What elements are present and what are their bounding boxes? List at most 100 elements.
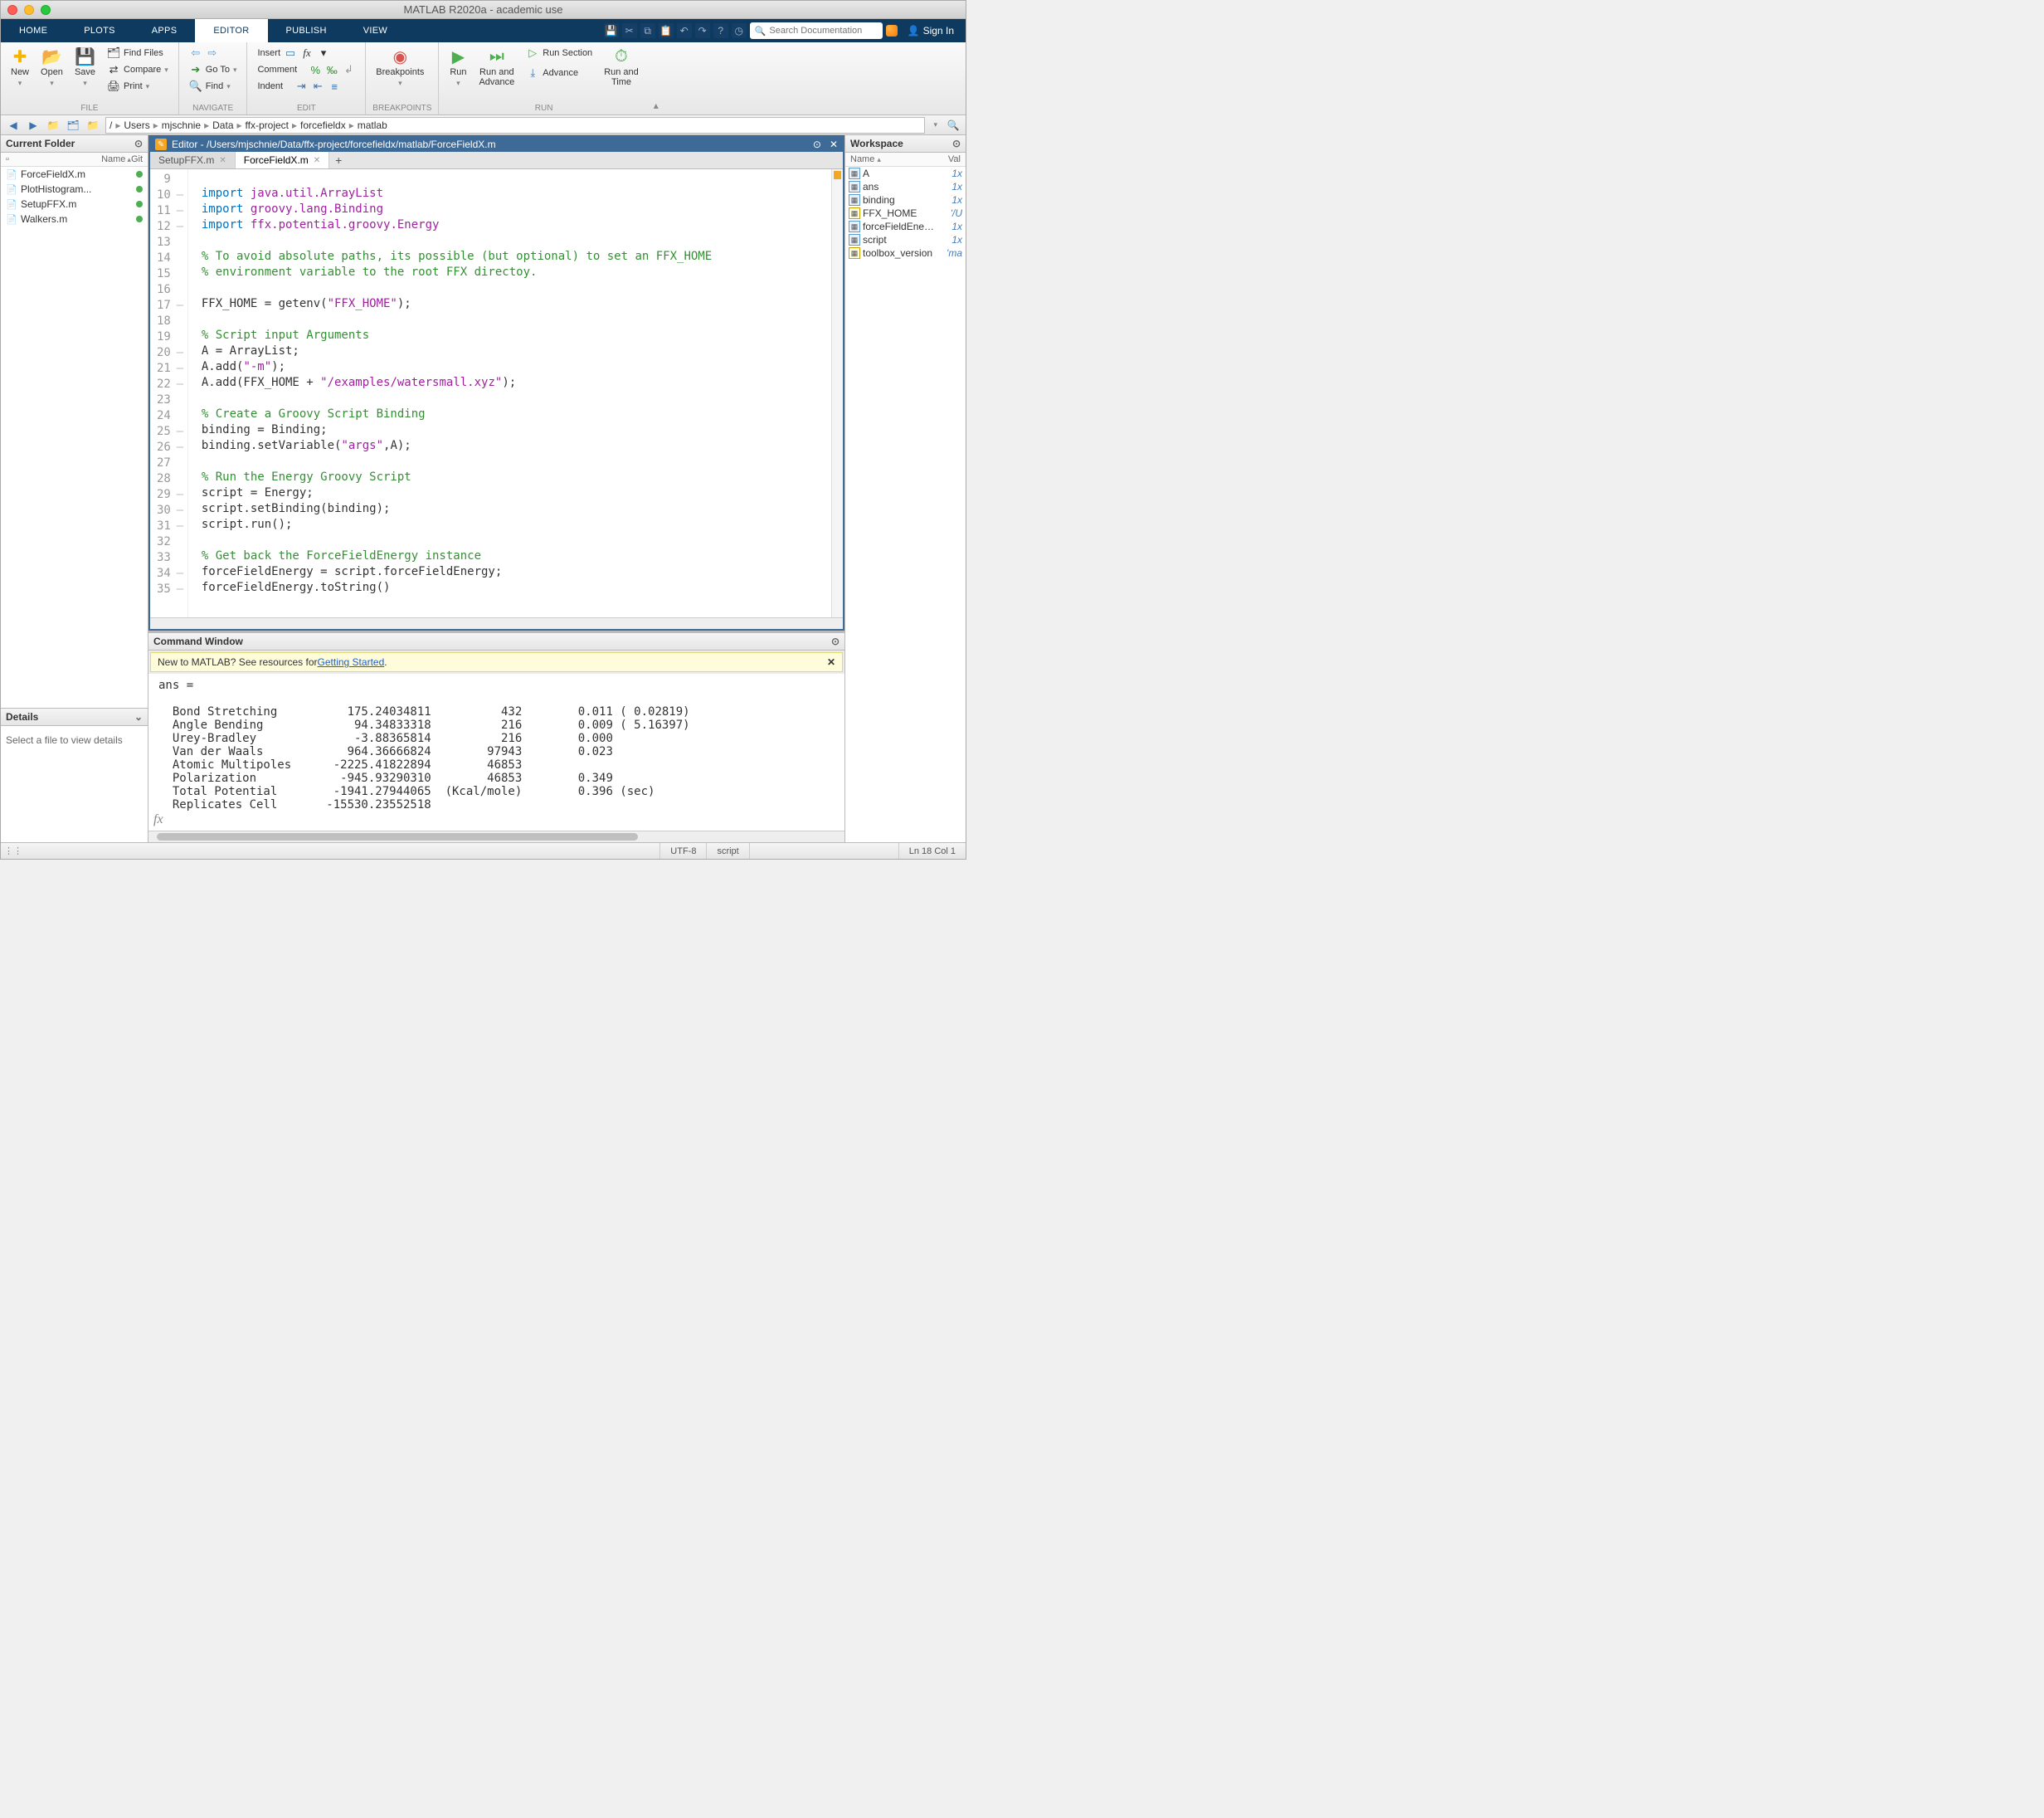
gutter-line[interactable]: 12– <box>157 218 184 234</box>
crumb-1[interactable]: Users <box>124 119 149 131</box>
code-line[interactable]: % Run the Energy Groovy Script <box>202 470 831 486</box>
code-line[interactable] <box>202 455 831 470</box>
gutter-line[interactable]: 21– <box>157 360 184 376</box>
code-line[interactable]: A.add("-m"); <box>202 360 831 376</box>
gutter-line[interactable]: 9 <box>157 171 184 187</box>
maintab-view[interactable]: VIEW <box>345 19 406 42</box>
new-tab-button[interactable]: + <box>329 152 348 168</box>
indent-button[interactable]: Indent ⇥ ⇤ ≡ <box>254 79 358 94</box>
code-line[interactable]: forceFieldEnergy.toString() <box>202 581 831 597</box>
code-line[interactable]: script.run(); <box>202 518 831 534</box>
close-tab-icon[interactable]: ✕ <box>219 156 226 165</box>
code-analyzer-indicator[interactable] <box>834 171 841 179</box>
goto-button[interactable]: ➔Go To▾ <box>186 62 241 77</box>
maintab-editor[interactable]: EDITOR <box>195 19 267 42</box>
gutter-line[interactable]: 32 <box>157 534 184 549</box>
gutter-line[interactable]: 34– <box>157 565 184 581</box>
code-line[interactable] <box>202 392 831 407</box>
run-section-button[interactable]: ▷Run Section <box>523 46 596 61</box>
paste-quick-icon[interactable]: 📋 <box>659 23 674 38</box>
find-files-button[interactable]: 🗂Find Files <box>104 46 172 61</box>
workspace-var[interactable]: ▦FFX_HOME'/U <box>845 207 966 220</box>
workspace-menu[interactable]: ⊙ <box>952 138 961 149</box>
nav-back-fwd[interactable]: ⇦⇨ <box>186 46 241 61</box>
code-line[interactable]: A.add(FFX_HOME + "/examples/watersmall.x… <box>202 376 831 392</box>
gutter-line[interactable]: 15 <box>157 266 184 281</box>
gutter-line[interactable]: 29– <box>157 486 184 502</box>
path-fwd-button[interactable]: ▶ <box>26 118 41 133</box>
gutter-line[interactable]: 22– <box>157 376 184 392</box>
code-line[interactable] <box>202 313 831 329</box>
gutter-line[interactable]: 23 <box>157 392 184 407</box>
compare-button[interactable]: ⇄Compare ▾ <box>104 62 172 77</box>
code-line[interactable]: script.setBinding(binding); <box>202 502 831 518</box>
prefs-quick-icon[interactable]: ◷ <box>732 23 747 38</box>
notifications-icon[interactable] <box>886 25 898 37</box>
crumb-6[interactable]: matlab <box>358 119 387 131</box>
workspace-var[interactable]: ▦script1x <box>845 233 966 246</box>
code-line[interactable]: FFX_HOME = getenv("FFX_HOME"); <box>202 297 831 313</box>
maintab-home[interactable]: HOME <box>1 19 66 42</box>
gutter-line[interactable]: 16 <box>157 281 184 297</box>
path-search-button[interactable]: 🔍 <box>946 118 961 133</box>
gutter-line[interactable]: 24 <box>157 407 184 423</box>
workspace-var[interactable]: ▦binding1x <box>845 193 966 207</box>
path-browse-button[interactable]: 🗂 <box>66 118 80 133</box>
workspace-header[interactable]: Name ▴ Val <box>845 153 966 167</box>
code-line[interactable]: import ffx.potential.groovy.Energy <box>202 218 831 234</box>
gutter-line[interactable]: 19 <box>157 329 184 344</box>
editor-close-button[interactable]: ✕ <box>830 139 838 150</box>
gutter-line[interactable]: 31– <box>157 518 184 534</box>
crumb-5[interactable]: forcefieldx <box>300 119 346 131</box>
current-folder-menu[interactable]: ⊙ <box>134 138 143 149</box>
insert-button[interactable]: Insert ▭ fx ▾ <box>254 46 358 61</box>
gutter-line[interactable]: 11– <box>157 202 184 218</box>
getting-started-link[interactable]: Getting Started <box>318 656 385 668</box>
crumb-4[interactable]: ffx-project <box>246 119 289 131</box>
editor-tab[interactable]: SetupFFX.m✕ <box>150 152 236 168</box>
comment-button[interactable]: Comment % ‰ ↲ <box>254 62 358 77</box>
code-line[interactable] <box>202 234 831 250</box>
code-line[interactable]: binding.setVariable("args",A); <box>202 439 831 455</box>
crumb-0[interactable]: / <box>110 119 112 131</box>
workspace-var[interactable]: ▦forceFieldEnergy1x <box>845 220 966 233</box>
code-line[interactable]: % Script input Arguments <box>202 329 831 344</box>
gutter-line[interactable]: 25– <box>157 423 184 439</box>
copy-quick-icon[interactable]: ⧉ <box>640 23 655 38</box>
code-area[interactable]: 910–11–12–1314151617–181920–21–22–232425… <box>150 169 843 617</box>
gutter-line[interactable]: 20– <box>157 344 184 360</box>
collapse-toolstrip-button[interactable]: ▴ <box>649 42 664 115</box>
gutter-line[interactable]: 17– <box>157 297 184 313</box>
advance-button[interactable]: ⤓Advance <box>523 66 596 80</box>
search-documentation[interactable]: 🔍 <box>750 22 883 39</box>
file-row[interactable]: 📄ForceFieldX.m <box>1 167 148 182</box>
cut-quick-icon[interactable]: ✂ <box>622 23 637 38</box>
gutter-line[interactable]: 26– <box>157 439 184 455</box>
print-button[interactable]: 🖨Print ▾ <box>104 79 172 94</box>
code-line[interactable] <box>202 281 831 297</box>
path-up-button[interactable]: 📁 <box>46 118 61 133</box>
open-button[interactable]: 📂 Open▾ <box>37 46 66 90</box>
code-line[interactable]: binding = Binding; <box>202 423 831 439</box>
code-line[interactable]: forceFieldEnergy = script.forceFieldEner… <box>202 565 831 581</box>
maintab-plots[interactable]: PLOTS <box>66 19 134 42</box>
code-line[interactable]: % Create a Groovy Script Binding <box>202 407 831 423</box>
file-row[interactable]: 📄Walkers.m <box>1 212 148 227</box>
maintab-publish[interactable]: PUBLISH <box>268 19 345 42</box>
code-line[interactable]: import groovy.lang.Binding <box>202 202 831 218</box>
gutter-line[interactable]: 27 <box>157 455 184 470</box>
workspace-var[interactable]: ▦toolbox_version'ma <box>845 246 966 260</box>
cmdwin-menu[interactable]: ⊙ <box>831 636 840 647</box>
new-button[interactable]: ✚ New▾ <box>7 46 32 90</box>
editor-tab[interactable]: ForceFieldX.m✕ <box>236 152 329 168</box>
editor-h-scrollbar[interactable] <box>150 617 843 629</box>
details-collapse[interactable]: ⌄ <box>134 711 143 723</box>
code-line[interactable]: script = Energy; <box>202 486 831 502</box>
run-button[interactable]: ▶ Run▾ <box>445 46 470 90</box>
current-folder-header[interactable]: ▫Name ▴ Git <box>1 153 148 167</box>
close-banner-button[interactable]: ✕ <box>827 656 835 668</box>
undo-quick-icon[interactable]: ↶ <box>677 23 692 38</box>
maintab-apps[interactable]: APPS <box>134 19 196 42</box>
file-row[interactable]: 📄SetupFFX.m <box>1 197 148 212</box>
cmdwin-h-scrollbar[interactable] <box>148 831 844 842</box>
